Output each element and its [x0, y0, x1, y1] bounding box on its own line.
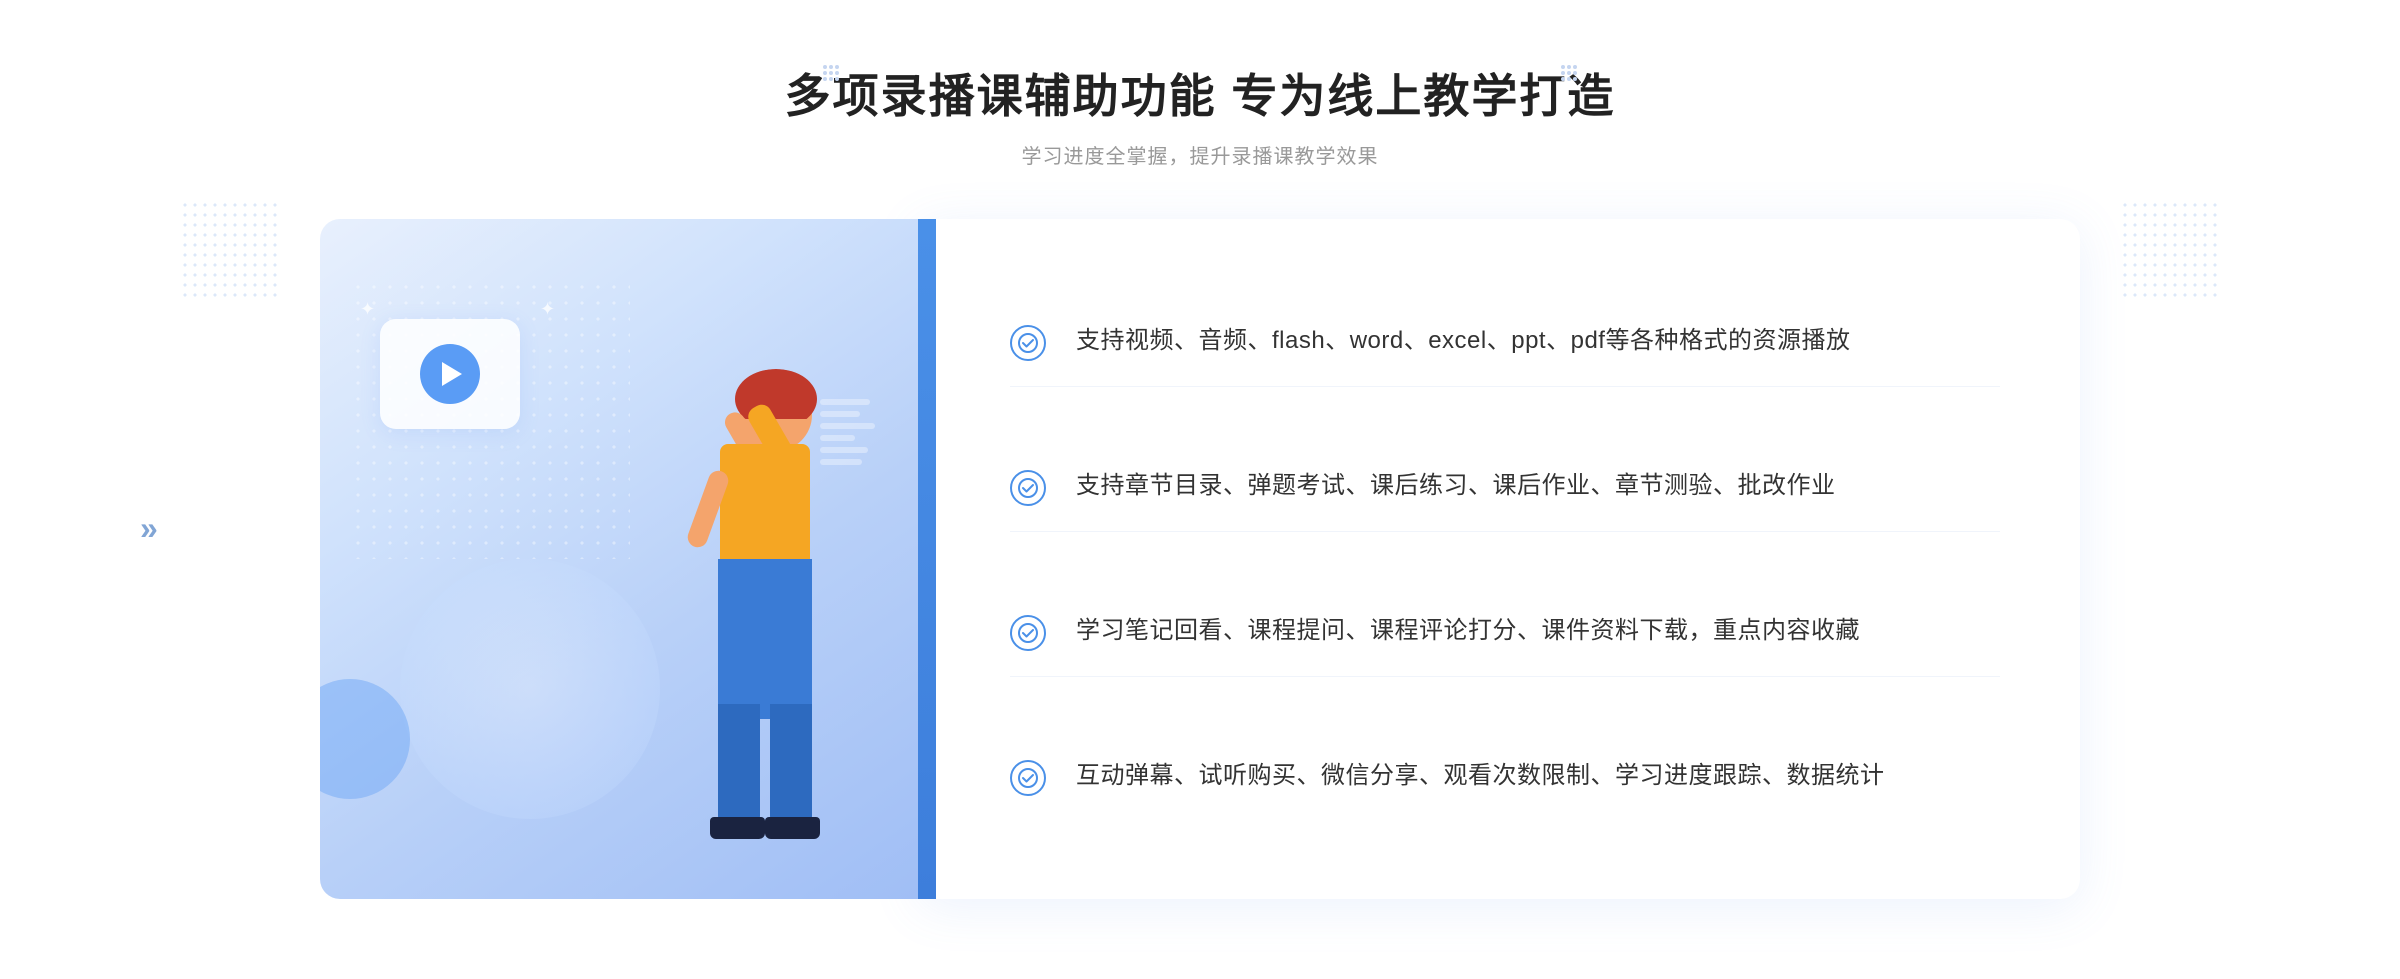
check-circle-1: [1010, 325, 1046, 361]
feature-text-2: 支持章节目录、弹题考试、课后练习、课后作业、章节测验、批改作业: [1076, 466, 1836, 507]
check-circle-2: [1010, 470, 1046, 506]
check-circle-4: [1010, 760, 1046, 796]
check-icon-1: [1010, 325, 1046, 361]
chevron-left-decoration: [820, 62, 842, 84]
sparkle-2: ✦: [540, 299, 555, 320]
chevron-right-decoration: [1558, 62, 1580, 84]
person-pants: [718, 559, 812, 719]
check-circle-3: [1010, 615, 1046, 651]
header: 多项录播课辅助功能 专为线上教学打造 学习进度全掌握，提升录播课教学效果: [785, 60, 1616, 169]
person-shoe-left: [710, 817, 765, 839]
right-features-panel: 支持视频、音频、flash、word、excel、ppt、pdf等各种格式的资源…: [920, 219, 2080, 899]
feature-item-4: 互动弹幕、试听购买、微信分享、观看次数限制、学习进度跟踪、数据统计: [1010, 732, 2000, 821]
person-leg-left: [718, 704, 760, 824]
deco-small-circle: [320, 679, 410, 799]
play-bubble: [380, 319, 520, 429]
sparkle-1: ✦: [360, 299, 375, 320]
page-wrapper: » 多项录播课辅助功能 专为线上教学打造 学习: [0, 0, 2400, 979]
feature-text-4: 互动弹幕、试听购买、微信分享、观看次数限制、学习进度跟踪、数据统计: [1076, 756, 1885, 797]
person-illustration: [580, 339, 900, 899]
check-icon-3: [1010, 615, 1046, 651]
check-icon-2: [1010, 470, 1046, 506]
person-hair: [735, 369, 817, 419]
check-icon-4: [1010, 760, 1046, 796]
feature-item-1: 支持视频、音频、flash、word、excel、ppt、pdf等各种格式的资源…: [1010, 297, 2000, 387]
person-body: [720, 444, 810, 564]
dots-right-decoration: [2120, 200, 2220, 300]
arrow-left-decoration: »: [140, 510, 158, 547]
main-content: ✦ ✦: [320, 219, 2080, 899]
dots-left-decoration: [180, 200, 280, 300]
feature-text-1: 支持视频、音频、flash、word、excel、ppt、pdf等各种格式的资源…: [1076, 321, 1850, 362]
left-illustration-panel: ✦ ✦: [320, 219, 920, 899]
page-subtitle: 学习进度全掌握，提升录播课教学效果: [785, 140, 1616, 169]
page-title: 多项录播课辅助功能 专为线上教学打造: [785, 60, 1616, 126]
person-shoe-right: [765, 817, 820, 839]
play-icon-circle: [420, 344, 480, 404]
feature-item-3: 学习笔记回看、课程提问、课程评论打分、课件资料下载，重点内容收藏: [1010, 587, 2000, 677]
blue-strip-accent: [918, 219, 936, 899]
feature-text-3: 学习笔记回看、课程提问、课程评论打分、课件资料下载，重点内容收藏: [1076, 611, 1860, 652]
person-leg-right: [770, 704, 812, 824]
play-triangle-icon: [442, 362, 462, 386]
feature-item-2: 支持章节目录、弹题考试、课后练习、课后作业、章节测验、批改作业: [1010, 442, 2000, 532]
